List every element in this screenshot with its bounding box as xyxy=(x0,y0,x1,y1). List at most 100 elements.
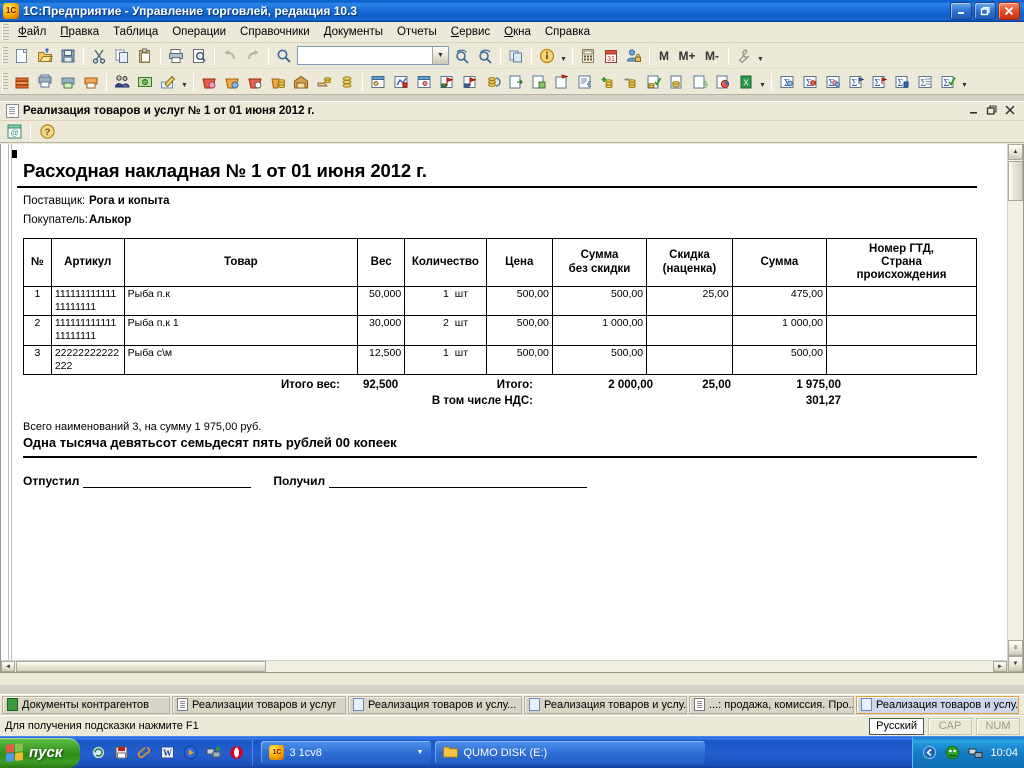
users-icon[interactable] xyxy=(111,71,133,93)
vscroll-thumb[interactable] xyxy=(1008,161,1023,201)
hscroll-thumb[interactable] xyxy=(16,661,266,672)
window-tab-0[interactable]: Документы контрагентов xyxy=(2,695,170,714)
word-icon[interactable]: W xyxy=(159,745,175,761)
help-icon[interactable]: ? xyxy=(36,121,58,143)
edit-pen-icon[interactable] xyxy=(157,71,179,93)
report-red-icon[interactable] xyxy=(390,71,412,93)
taskbar-button-1cv8[interactable]: 1C 3 1cv8 ▼ xyxy=(261,741,432,764)
sum-check-icon[interactable]: Σ xyxy=(937,71,959,93)
show-hidden-icon[interactable] xyxy=(921,745,937,761)
window-tab-4[interactable]: ...: продажа, комиссия. Про... xyxy=(689,695,854,714)
doc-percent-icon[interactable]: % xyxy=(689,71,711,93)
info-icon[interactable] xyxy=(536,45,558,67)
excel-icon[interactable]: X xyxy=(735,71,757,93)
menu-item-documents[interactable]: Документы xyxy=(317,24,390,40)
sale-icon[interactable] xyxy=(221,71,243,93)
taskbar-button-qumo-disk[interactable]: QUMO DISK (E:) xyxy=(435,741,706,764)
media-player-icon[interactable] xyxy=(182,745,198,761)
menu-item-file[interactable]: ФФайлайл xyxy=(11,24,53,40)
find-icon[interactable] xyxy=(273,45,295,67)
doc-arrow-icon[interactable] xyxy=(505,71,527,93)
report-out-icon[interactable] xyxy=(413,71,435,93)
table-row[interactable]: 1 11111111111111111111 Рыба п.к 50,000 1… xyxy=(23,285,977,317)
window-tab-5[interactable]: Реализация товаров и услу... xyxy=(856,695,1019,714)
doc-euro-icon[interactable]: € xyxy=(574,71,596,93)
sum-list-icon[interactable]: Σ xyxy=(914,71,936,93)
document-sheet[interactable]: Расходная накладная № 1 от 01 июня 2012 … xyxy=(1,144,1007,672)
calendar-icon[interactable]: 31 xyxy=(600,45,622,67)
wrench-icon[interactable] xyxy=(733,45,755,67)
print-preview-icon[interactable] xyxy=(188,45,210,67)
restore-icon[interactable] xyxy=(974,1,996,20)
info-dropdown-arrow-icon[interactable]: ▼ xyxy=(559,45,568,67)
scroll-split-icon[interactable]: ≡ xyxy=(1008,640,1023,656)
scroll-right-icon[interactable]: ► xyxy=(993,661,1007,672)
table-row[interactable]: 2 11111111111111111111 Рыба п.к 1 30,000… xyxy=(23,315,977,346)
sum-flag-icon[interactable]: Σ xyxy=(845,71,867,93)
open-folder-icon[interactable] xyxy=(34,45,56,67)
taskbar-clock[interactable]: 10:04 xyxy=(990,747,1018,759)
cash-icon[interactable]: $ xyxy=(134,71,156,93)
menu-item-reports[interactable]: Отчеты xyxy=(390,24,444,40)
network-icon[interactable] xyxy=(205,745,221,761)
purchase-icon[interactable] xyxy=(198,71,220,93)
vertical-scrollbar[interactable]: ▲ ≡ ▼ xyxy=(1007,144,1023,672)
calculator-icon[interactable] xyxy=(577,45,599,67)
toolbar-grip-icon[interactable] xyxy=(2,72,8,91)
coin-doc-icon[interactable] xyxy=(666,71,688,93)
search-forward-icon[interactable] xyxy=(451,45,473,67)
undo-icon[interactable] xyxy=(219,45,241,67)
search-combobox[interactable]: ▼ xyxy=(297,46,449,65)
user-lock-icon[interactable] xyxy=(623,45,645,67)
menu-item-service[interactable]: Сервис xyxy=(444,24,497,40)
scroll-down-icon[interactable]: ▼ xyxy=(1008,656,1023,672)
sum-blue-icon[interactable]: Σ xyxy=(776,71,798,93)
printer-setup-icon[interactable] xyxy=(34,71,56,93)
menu-item-table[interactable]: Таблица xyxy=(106,24,165,40)
scroll-up-icon[interactable]: ▲ xyxy=(1008,144,1023,160)
memory-sub-button[interactable]: M- xyxy=(700,49,724,63)
menu-item-operations[interactable]: Операции xyxy=(165,24,233,40)
coin-minus-icon[interactable] xyxy=(620,71,642,93)
print-icon[interactable] xyxy=(165,45,187,67)
books-icon[interactable] xyxy=(11,71,33,93)
coin-stack-icon[interactable] xyxy=(336,71,358,93)
menu-item-help[interactable]: Справка xyxy=(538,24,597,40)
memory-recall-button[interactable]: M xyxy=(654,49,674,63)
clip-icon[interactable] xyxy=(136,745,152,761)
coins-flow-icon[interactable] xyxy=(482,71,504,93)
horizontal-scrollbar[interactable]: ◄ ► xyxy=(1,660,1007,672)
warehouse-icon[interactable] xyxy=(290,71,312,93)
save-print-icon[interactable]: @ xyxy=(3,121,25,143)
minimize-icon[interactable] xyxy=(968,104,980,118)
coins-icon[interactable] xyxy=(267,71,289,93)
sum-dropdown-arrow-icon[interactable]: ▼ xyxy=(960,71,969,93)
save-icon[interactable] xyxy=(57,45,79,67)
sum-group-icon[interactable]: Σ xyxy=(822,71,844,93)
doc-flag-icon[interactable] xyxy=(551,71,573,93)
doc-green-icon[interactable] xyxy=(528,71,550,93)
return-icon[interactable] xyxy=(244,71,266,93)
close-icon[interactable] xyxy=(1004,104,1016,118)
doc-check-icon[interactable] xyxy=(643,71,665,93)
opera-icon[interactable] xyxy=(228,745,244,761)
flag-green-icon[interactable] xyxy=(436,71,458,93)
minimize-icon[interactable] xyxy=(950,1,972,20)
restore-icon[interactable] xyxy=(986,104,998,118)
sum-red-icon[interactable]: Σ xyxy=(868,71,890,93)
scroll-left-icon[interactable]: ◄ xyxy=(1,661,15,672)
menu-item-windows[interactable]: Окна xyxy=(497,24,538,40)
tools-dropdown-arrow-icon[interactable]: ▼ xyxy=(756,45,765,67)
money-hand-icon[interactable] xyxy=(313,71,335,93)
menu-grip-icon[interactable] xyxy=(2,24,9,40)
refresh-icon[interactable] xyxy=(90,745,106,761)
flag-red-icon[interactable] xyxy=(459,71,481,93)
doc-chart-icon[interactable] xyxy=(712,71,734,93)
chevron-down-icon[interactable]: ▼ xyxy=(417,749,424,756)
toolbar-grip-icon[interactable] xyxy=(2,46,8,65)
copy-icon[interactable] xyxy=(111,45,133,67)
save-disk-icon[interactable] xyxy=(113,745,129,761)
reports-dropdown-arrow-icon[interactable]: ▼ xyxy=(758,71,767,93)
memory-add-button[interactable]: M+ xyxy=(675,49,699,63)
coin-plus-icon[interactable] xyxy=(597,71,619,93)
